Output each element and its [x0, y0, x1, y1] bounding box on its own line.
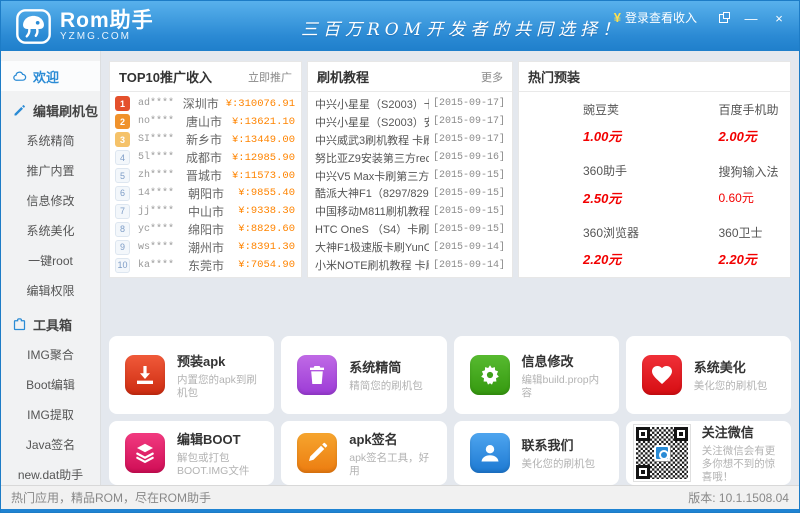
sidebar-item-system-trim[interactable]: 系统精简: [1, 125, 100, 155]
mushroom-logo-icon: [15, 8, 52, 45]
minimize-button[interactable]: —: [739, 9, 763, 27]
sidebar-item-edit-rom[interactable]: 编辑刷机包: [1, 95, 100, 125]
titlebar: Rom助手 YZMG.COM 三百万ROM开发者的共同选择！ ¥ 登录查看收入 …: [1, 1, 799, 51]
top10-row: 3SI****新乡市¥:13449.00: [110, 131, 301, 149]
close-button[interactable]: ×: [767, 9, 791, 27]
qr-center-logo: [654, 445, 670, 461]
skin-button[interactable]: [711, 9, 735, 27]
tutorial-link[interactable]: 努比亚Z9安装第三方recovery教·[2015-09-16]: [308, 149, 512, 167]
close-icon: ×: [775, 11, 783, 26]
tutorials-panel: 刷机教程 更多 中兴小星星（S2003）卡刷第三··[2015-09-17] 中…: [307, 61, 513, 278]
tutorial-link[interactable]: 小米NOTE刷机教程 卡刷第三方··[2015-09-14]: [308, 256, 512, 274]
sidebar-item-system-beautify[interactable]: 系统美化: [1, 215, 100, 245]
trash-icon: [297, 355, 337, 395]
card-system-beautify[interactable]: 系统美化 美化您的刷机包: [626, 336, 791, 414]
top10-row: 2no****唐山市¥:13621.10: [110, 113, 301, 131]
card-preinstall-apk[interactable]: 预装apk 内置您的apk到刷机包: [109, 336, 274, 414]
rank-badge: 9: [115, 240, 130, 255]
app-domain: YZMG.COM: [60, 31, 154, 42]
pencil-icon: [297, 433, 337, 473]
rank-badge: 2: [115, 114, 130, 129]
card-edit-boot[interactable]: 编辑BOOT 解包或打包BOOT.IMG文件: [109, 421, 274, 485]
top10-row: 614****朝阳市¥:9855.40: [110, 185, 301, 203]
top10-row: 5zh****晋城市¥:11573.00: [110, 167, 301, 185]
sidebar-item-one-key-root[interactable]: 一键root: [1, 245, 100, 275]
preinstall-offer[interactable]: 360卫士2.20元: [655, 215, 791, 277]
card-follow-wechat[interactable]: 关注微信 关注微信会有更多你想不到的惊喜哦！: [626, 421, 791, 485]
login-label: 登录查看收入: [625, 9, 697, 26]
rank-badge: 4: [115, 150, 130, 165]
preinstall-offer[interactable]: 百度手机助2.00元: [655, 92, 791, 154]
skin-icon: [719, 14, 728, 23]
tutorials-title: 刷机教程: [317, 67, 369, 86]
rank-badge: 3: [115, 132, 130, 147]
login-link[interactable]: ¥ 登录查看收入: [614, 9, 697, 26]
tutorial-link[interactable]: 大神F1极速版卡刷YunOS系统教··[2015-09-14]: [308, 238, 512, 256]
sidebar-item-toolbox[interactable]: 工具箱: [1, 309, 100, 339]
preinstall-offer[interactable]: 360浏览器2.20元: [519, 215, 655, 277]
app-title: Rom助手: [60, 10, 154, 31]
heart-icon: [642, 355, 682, 395]
rank-badge: 10: [115, 258, 130, 273]
pencil-icon: [12, 103, 27, 118]
top10-row: 8yc****绵阳市¥:8829.60: [110, 220, 301, 238]
tutorial-link[interactable]: 中兴小星星（S2003）卡刷第三··[2015-09-17]: [308, 95, 512, 113]
version-label: 版本: 10.1.1508.04: [688, 489, 789, 506]
card-contact-us[interactable]: 联系我们 美化您的刷机包: [454, 421, 619, 485]
person-icon: [470, 433, 510, 473]
tutorial-link[interactable]: HTC OneS （S4）卡刷第三方小··[2015-09-15]: [308, 220, 512, 238]
top10-title: TOP10推广收入: [119, 67, 212, 86]
promote-now-link[interactable]: 立即推广: [248, 69, 292, 85]
top10-row: 7jj****中山市¥:9338.30: [110, 202, 301, 220]
sidebar-item-img-merge[interactable]: IMG聚合: [1, 339, 100, 369]
statusbar-slogan: 热门应用，精品ROM，尽在ROM助手: [11, 489, 211, 506]
top10-row: 10ka****东莞市¥:7054.90: [110, 256, 301, 274]
more-link[interactable]: 更多: [481, 69, 503, 85]
preinstall-offer[interactable]: 360助手2.50元: [519, 154, 655, 216]
window-bottom-edge: [1, 509, 799, 512]
layers-icon: [125, 433, 165, 473]
sidebar-item-welcome[interactable]: 欢迎: [1, 61, 100, 91]
rank-badge: 8: [115, 222, 130, 237]
statusbar: 热门应用，精品ROM，尽在ROM助手 版本: 10.1.1508.04: [1, 485, 799, 509]
sidebar-item-boot-edit[interactable]: Boot编辑: [1, 369, 100, 399]
rank-badge: 6: [115, 186, 130, 201]
sidebar: 欢迎 编辑刷机包 系统精简 推广内置 信息修改 系统美化 一键root 编辑权限…: [1, 51, 101, 485]
sidebar-item-edit-permissions[interactable]: 编辑权限: [1, 275, 100, 305]
sidebar-item-java-sign[interactable]: Java签名: [1, 429, 100, 459]
top10-row: 9ws****潮州市¥:8391.30: [110, 238, 301, 256]
cloud-icon: [12, 69, 27, 84]
card-system-trim[interactable]: 系统精简 精简您的刷机包: [281, 336, 446, 414]
rank-badge: 7: [115, 204, 130, 219]
download-icon: [125, 355, 165, 395]
rank-badge: 5: [115, 168, 130, 183]
preinstall-offer[interactable]: 豌豆荚1.00元: [519, 92, 655, 154]
preinstall-offer[interactable]: 搜狗输入法0.60元: [655, 154, 791, 216]
tutorial-link[interactable]: 中兴威武3刷机教程 卡刷第三方·[2015-09-17]: [308, 131, 512, 149]
tutorial-link[interactable]: 中兴小星星（S2003）安装第三··[2015-09-17]: [308, 113, 512, 131]
top10-income-panel: TOP10推广收入 立即推广 1ad****深圳市¥:310076.91 2no…: [109, 61, 302, 278]
minimize-icon: —: [745, 11, 758, 26]
top10-row: 45l****成都市¥:12985.90: [110, 149, 301, 167]
rank-badge: 1: [115, 96, 130, 111]
gear-icon: [470, 355, 510, 395]
sidebar-item-img-extract[interactable]: IMG提取: [1, 399, 100, 429]
wechat-qr-code: [634, 425, 690, 481]
card-apk-sign[interactable]: apk签名 apk签名工具，好用: [281, 421, 446, 485]
sidebar-item-promo-embed[interactable]: 推广内置: [1, 155, 100, 185]
card-info-edit[interactable]: 信息修改 编辑build.prop内容: [454, 336, 619, 414]
toolbox-icon: [12, 317, 27, 332]
tutorial-link[interactable]: 中国移动M811刷机教程 卡刷第··[2015-09-15]: [308, 202, 512, 220]
slogan-text: 三百万ROM开发者的共同选择！: [301, 15, 624, 40]
app-logo: Rom助手 YZMG.COM: [15, 8, 154, 45]
preinstall-title: 热门预装: [528, 67, 580, 86]
tutorial-link[interactable]: 酷派大神F1（8297/8297w）卡刷·[2015-09-15]: [308, 185, 512, 203]
main-content: TOP10推广收入 立即推广 1ad****深圳市¥:310076.91 2no…: [101, 51, 799, 485]
top10-row: 1ad****深圳市¥:310076.91: [110, 95, 301, 113]
tutorial-link[interactable]: 中兴V5 Max卡刷第三方小米MIU··[2015-09-15]: [308, 167, 512, 185]
sidebar-item-info-edit[interactable]: 信息修改: [1, 185, 100, 215]
preinstall-panel: 热门预装 豌豆荚1.00元 百度手机助2.00元 360助手2.50元 搜狗输入…: [518, 61, 791, 278]
rom-assistant-window: Rom助手 YZMG.COM 三百万ROM开发者的共同选择！ ¥ 登录查看收入 …: [0, 0, 800, 513]
